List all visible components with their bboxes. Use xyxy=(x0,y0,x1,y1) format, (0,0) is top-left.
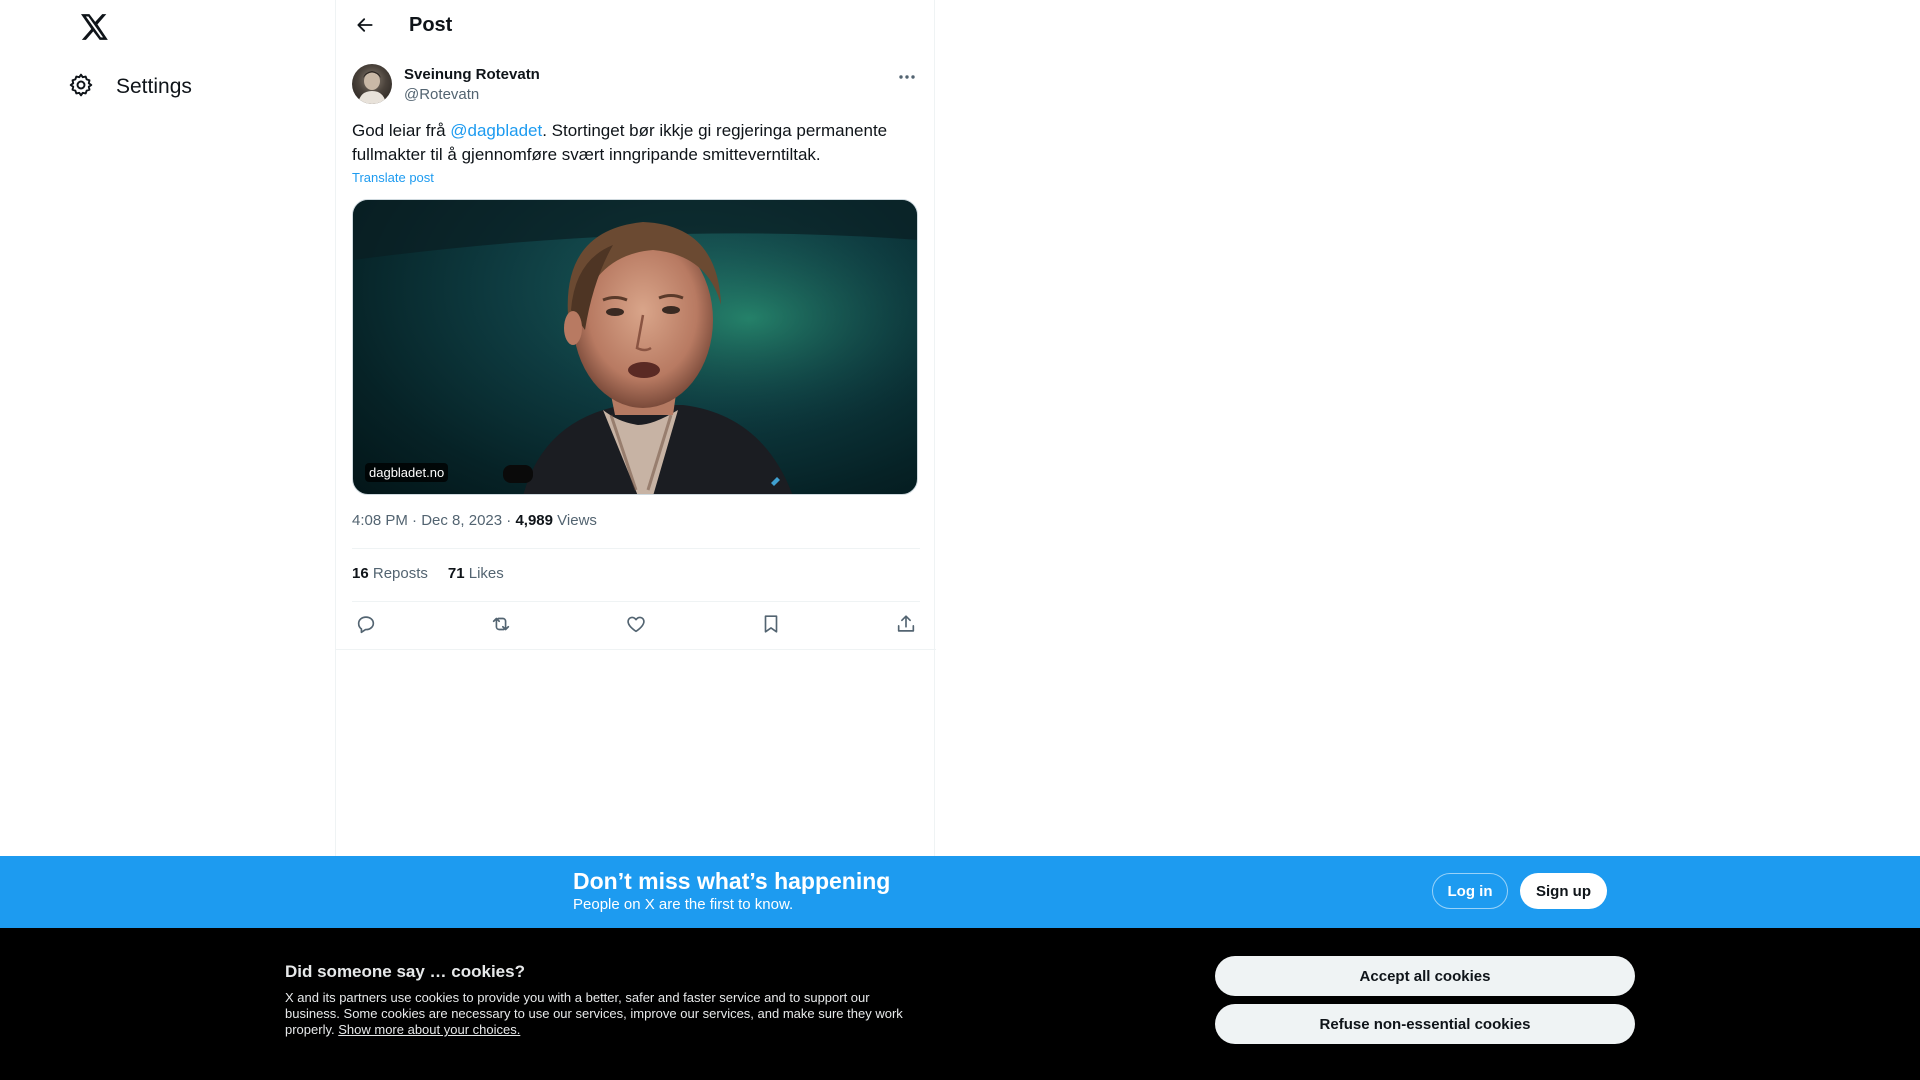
post-actions xyxy=(352,613,920,639)
gear-icon xyxy=(68,72,94,103)
reply-icon xyxy=(355,613,377,640)
avatar[interactable] xyxy=(352,64,392,104)
post-time[interactable]: 4:08 PM xyxy=(352,512,408,529)
cookie-title: Did someone say … cookies? xyxy=(285,962,525,981)
divider xyxy=(352,601,920,602)
cookie-description: X and its partners use cookies to provid… xyxy=(285,990,915,1038)
mention-link[interactable]: @dagbladet xyxy=(450,121,542,140)
separator-dot: · xyxy=(412,512,422,529)
accept-cookies-button[interactable]: Accept all cookies xyxy=(1215,956,1635,996)
link-source-label: dagbladet.no xyxy=(365,463,449,482)
news-photo xyxy=(353,200,917,494)
likes-stat[interactable]: 71 Likes xyxy=(448,565,504,582)
reposts-stat[interactable]: 16 Reposts xyxy=(352,565,428,582)
likes-label: Likes xyxy=(468,565,504,582)
author-handle[interactable]: @Rotevatn xyxy=(404,86,479,103)
cookie-consent-bar: Did someone say … cookies? X and its par… xyxy=(0,928,1920,1080)
reposts-label: Reposts xyxy=(372,565,428,582)
post-header: Post xyxy=(336,0,936,53)
share-button[interactable] xyxy=(892,613,920,639)
post-date[interactable]: Dec 8, 2023 xyxy=(421,512,502,529)
link-card-image[interactable]: dagbladet.no xyxy=(352,199,918,495)
login-button[interactable]: Log in xyxy=(1432,873,1508,909)
signup-button[interactable]: Sign up xyxy=(1520,873,1607,909)
post-stats: 16 Reposts 71 Likes xyxy=(352,565,504,582)
post-text: God leiar frå @dagbladet. Stortinget bør… xyxy=(352,119,920,167)
sidebar-item-settings[interactable]: Settings xyxy=(68,67,192,107)
post-metadata: 4:08 PM · Dec 8, 2023 · 4,989 Views xyxy=(352,512,597,529)
reply-button[interactable] xyxy=(352,613,380,639)
refuse-cookies-button[interactable]: Refuse non-essential cookies xyxy=(1215,1004,1635,1044)
sidebar-item-label: Settings xyxy=(116,75,192,98)
more-options-button[interactable] xyxy=(894,66,920,86)
bookmark-icon xyxy=(760,613,782,640)
like-button[interactable] xyxy=(622,613,650,639)
post-column: Post Sveinung Rotevatn @Rotevatn God lei… xyxy=(335,0,936,856)
banner-title: Don’t miss what’s happening xyxy=(573,868,891,894)
back-button[interactable] xyxy=(348,10,382,44)
divider xyxy=(352,548,920,549)
views-count: 4,989 xyxy=(515,512,553,529)
post-text-start: God leiar frå xyxy=(352,121,451,140)
banner-subtitle: People on X are the first to know. xyxy=(573,896,794,913)
likes-count: 71 xyxy=(447,565,465,582)
repost-button[interactable] xyxy=(487,613,515,639)
share-icon xyxy=(895,613,917,640)
author-name[interactable]: Sveinung Rotevatn xyxy=(404,66,540,83)
bookmark-button[interactable] xyxy=(757,613,785,639)
reposts-count: 16 xyxy=(352,565,369,582)
translate-post-link[interactable]: Translate post xyxy=(352,170,434,185)
signup-banner: Don’t miss what’s happening People on X … xyxy=(0,856,1920,928)
divider xyxy=(336,649,936,650)
repost-icon xyxy=(490,613,512,640)
cookie-choices-link[interactable]: Show more about your choices. xyxy=(338,1022,520,1037)
page-title: Post xyxy=(409,14,453,36)
x-logo-icon[interactable] xyxy=(80,12,110,42)
views-label: Views xyxy=(557,512,597,529)
more-horizontal-icon xyxy=(898,67,916,85)
heart-icon xyxy=(625,613,647,640)
arrow-left-icon xyxy=(355,15,375,40)
post-author: Sveinung Rotevatn @Rotevatn xyxy=(352,64,920,106)
